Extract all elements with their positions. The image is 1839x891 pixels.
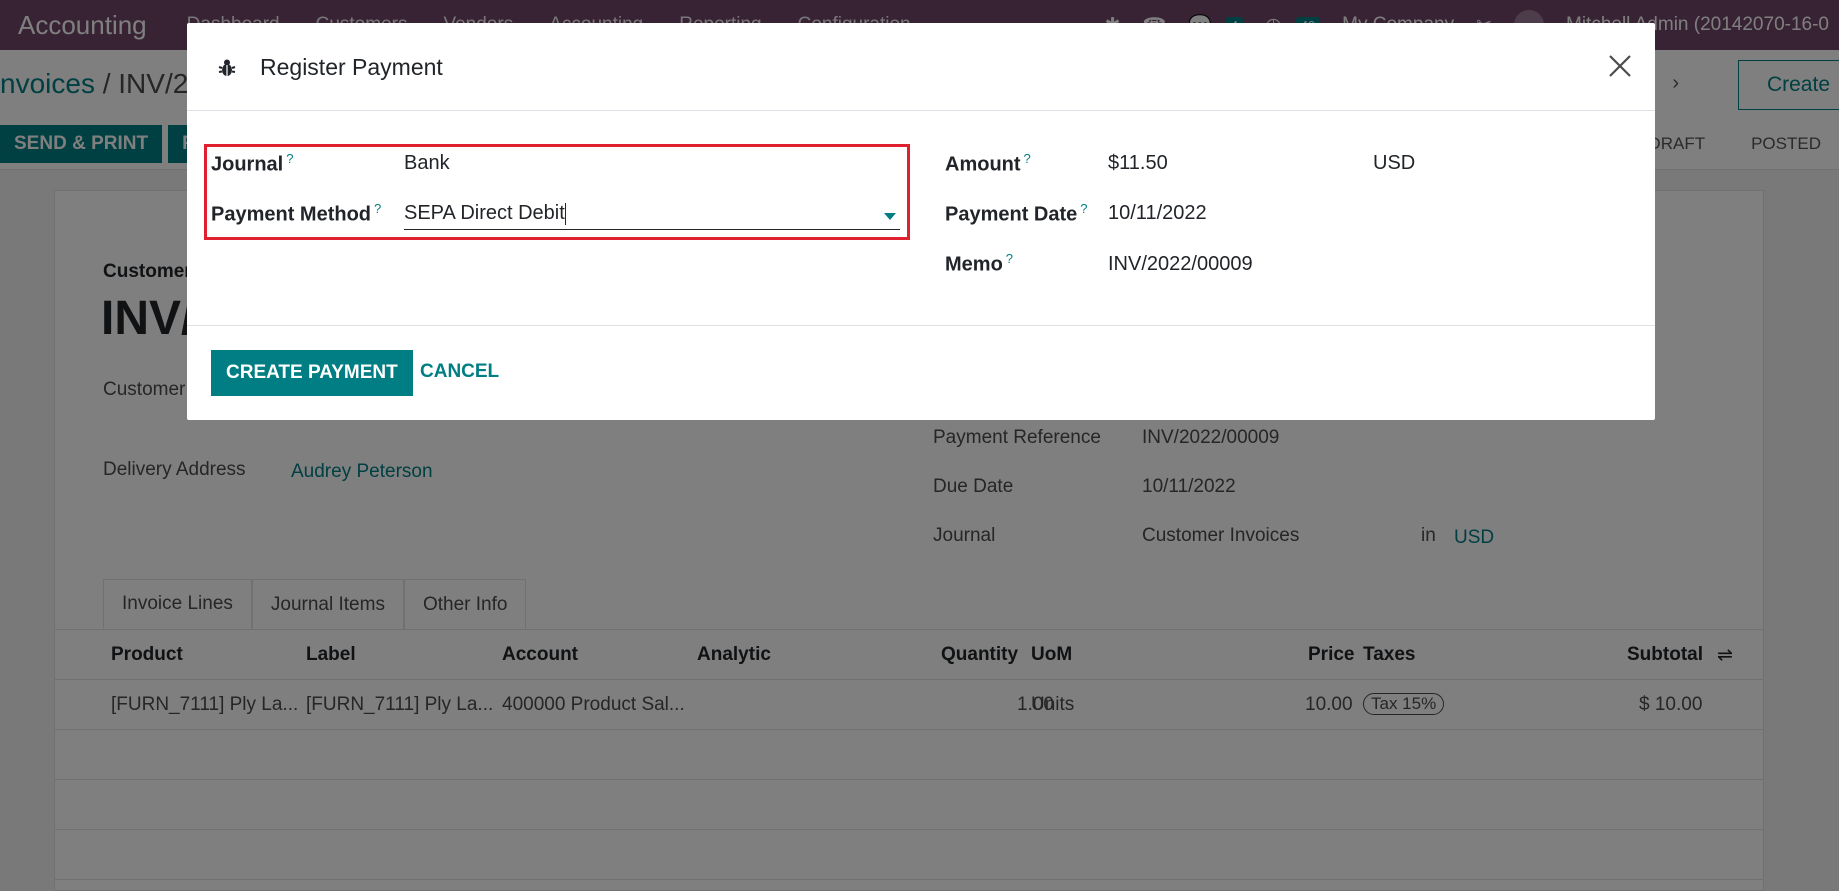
help-icon[interactable]: ? [374, 201, 381, 216]
currency-value[interactable]: USD [1373, 152, 1415, 175]
payment-method-label-text: Payment Method [211, 203, 372, 226]
modal-footer: CREATE PAYMENT CANCEL [187, 325, 1655, 420]
amount-value[interactable]: $11.50 [1108, 152, 1168, 175]
journal-field-value[interactable]: Bank [404, 152, 450, 175]
close-icon[interactable] [1607, 53, 1633, 79]
help-icon[interactable]: ? [1024, 151, 1031, 166]
register-payment-dialog: Register Payment Journal? Bank Payment M… [187, 23, 1655, 420]
help-icon[interactable]: ? [1006, 251, 1013, 266]
modal-header: Register Payment [187, 23, 1655, 111]
memo-label-text: Memo [945, 253, 1003, 276]
payment-method-label: Payment Method? [211, 201, 381, 227]
help-icon[interactable]: ? [286, 151, 293, 166]
create-payment-button[interactable]: CREATE PAYMENT [211, 350, 413, 396]
bug-icon [218, 59, 236, 76]
cancel-button[interactable]: CANCEL [420, 361, 499, 383]
text-cursor [564, 202, 566, 225]
payment-date-label-text: Payment Date [945, 203, 1078, 226]
payment-method-value: SEPA Direct Debit [404, 202, 565, 224]
help-icon[interactable]: ? [1080, 201, 1087, 216]
journal-field-label: Journal? [211, 151, 293, 177]
memo-label: Memo? [945, 251, 1013, 277]
payment-date-value[interactable]: 10/11/2022 [1108, 202, 1207, 225]
amount-label-text: Amount [945, 153, 1021, 176]
modal-title: Register Payment [260, 54, 443, 80]
caret-down-icon[interactable] [884, 213, 896, 220]
amount-label: Amount? [945, 151, 1031, 177]
payment-method-underline [404, 229, 900, 230]
payment-date-label: Payment Date? [945, 201, 1088, 227]
journal-label-text: Journal [211, 153, 284, 176]
payment-method-select[interactable]: SEPA Direct Debit [404, 202, 566, 225]
memo-value[interactable]: INV/2022/00009 [1108, 253, 1253, 276]
